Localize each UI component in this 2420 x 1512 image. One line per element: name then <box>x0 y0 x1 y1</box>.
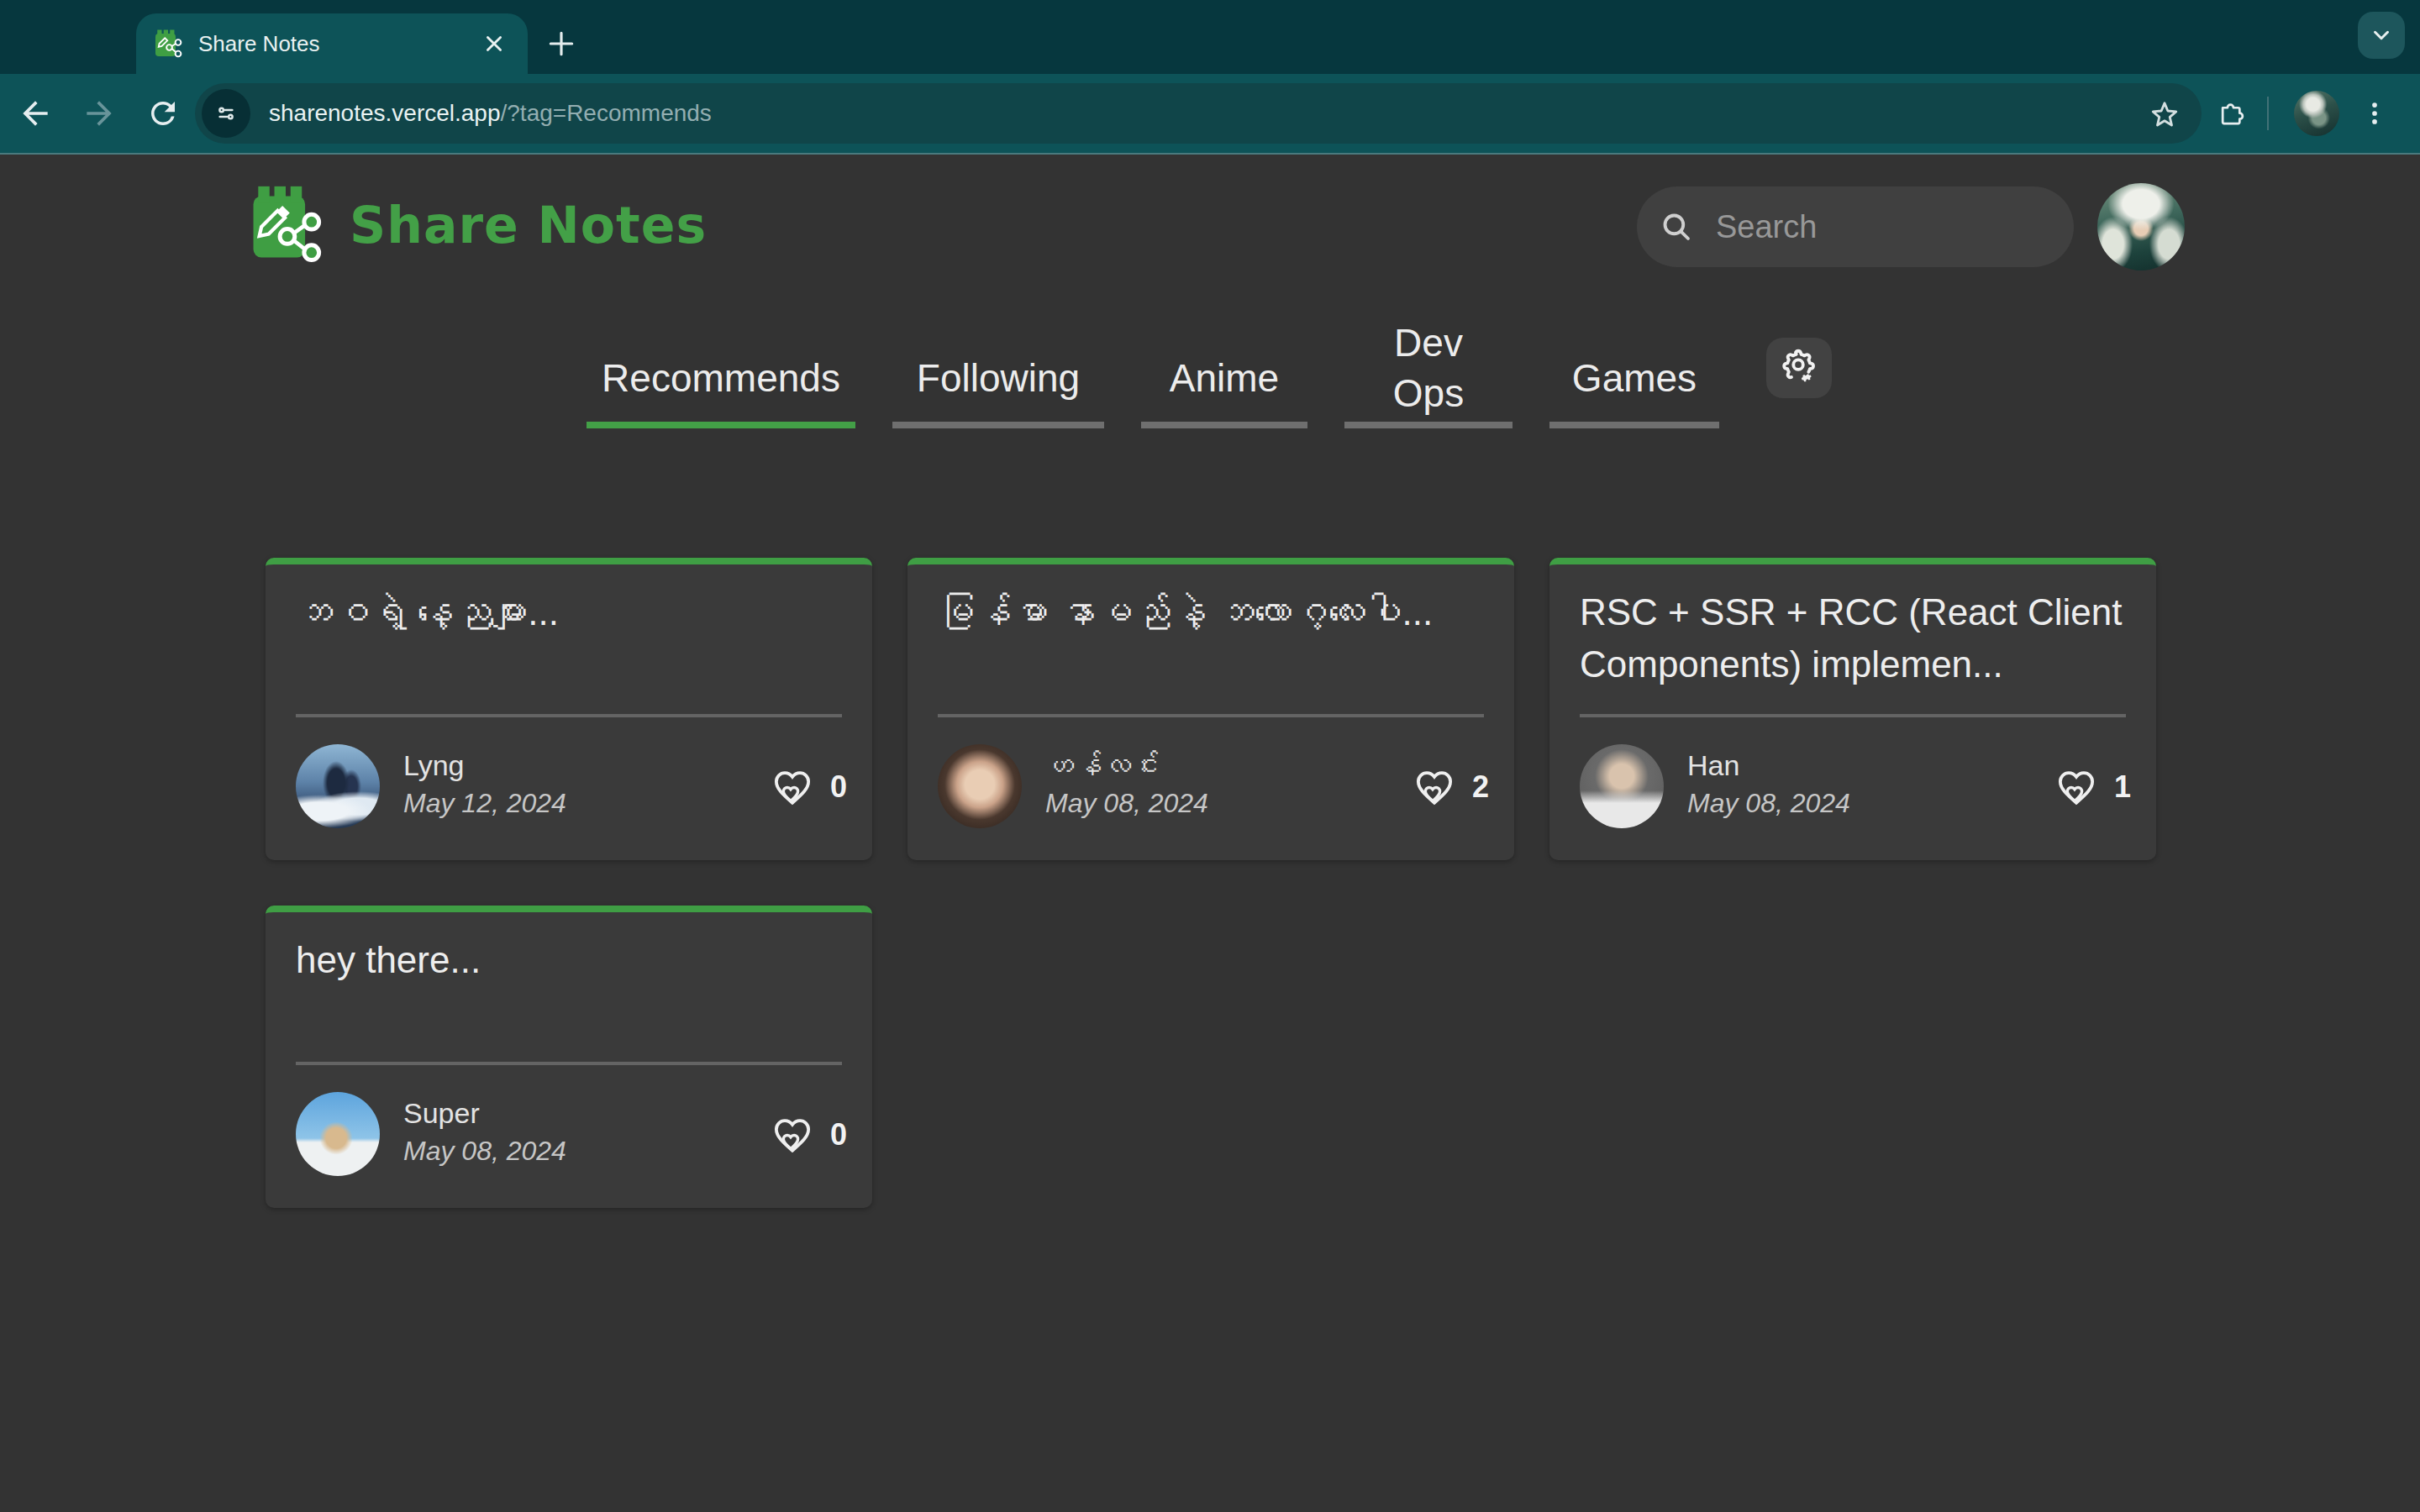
tab-title: Share Notes <box>198 31 477 57</box>
tab-recommends[interactable]: Recommends <box>587 294 855 428</box>
page-body: Share Notes Recommends Following Anime D… <box>0 155 2420 1510</box>
note-title: မြန်မာ နာမည်နဲ့ ဘလောဂ့လေးပါ... <box>938 586 1484 638</box>
tab-label: Games <box>1572 353 1697 403</box>
note-card[interactable]: မြန်မာ နာမည်နဲ့ ဘလောဂ့လေးပါ... ဟန်လင်း M… <box>908 558 1514 860</box>
tag-nav: Recommends Following Anime Dev Ops Games <box>0 294 2420 428</box>
search-input[interactable] <box>1716 209 2002 245</box>
note-title: hey there... <box>296 934 842 986</box>
url-path: /?tag=Recommends <box>501 100 712 126</box>
note-title: ဘဝရဲ့ နေ့ညများ... <box>296 586 842 638</box>
likes-count: 0 <box>830 1117 847 1152</box>
bookmark-star-icon[interactable] <box>2148 97 2181 130</box>
toolbar-divider <box>2267 97 2269 130</box>
tab-label: Dev Ops <box>1378 318 1479 418</box>
likes-count: 2 <box>1472 769 1489 805</box>
browser-menu-icon[interactable] <box>2349 80 2400 147</box>
likes-heart-icon[interactable] <box>1412 764 1457 810</box>
site-title: Share Notes <box>350 196 707 255</box>
browser-toolbar: sharenotes.vercel.app/?tag=Recommends <box>0 74 2420 155</box>
note-date: May 08, 2024 <box>1045 788 1208 819</box>
site-logo[interactable]: Share Notes <box>244 183 707 267</box>
back-button[interactable] <box>3 80 67 147</box>
note-card[interactable]: RSC + SSR + RCC (React Client Components… <box>1549 558 2156 860</box>
browser-tab[interactable]: Share Notes <box>136 13 528 74</box>
screen: Share Notes sharenotes.ver <box>0 0 2420 1512</box>
settings-button[interactable] <box>1766 338 1832 398</box>
note-title: RSC + SSR + RCC (React Client Components… <box>1580 586 2126 690</box>
favicon <box>153 29 183 59</box>
author-name: ဟန်လင်း <box>1045 749 1160 782</box>
note-card[interactable]: hey there... Super May 08, 2024 0 <box>266 906 872 1208</box>
address-bar[interactable]: sharenotes.vercel.app/?tag=Recommends <box>195 83 2202 144</box>
author-avatar <box>938 744 1022 828</box>
note-date: May 08, 2024 <box>403 1136 566 1167</box>
new-tab-button[interactable] <box>531 13 592 74</box>
author-avatar <box>1580 744 1664 828</box>
user-avatar[interactable] <box>2097 183 2185 270</box>
share-notes-logo-icon <box>244 183 328 267</box>
extensions-icon[interactable] <box>2202 80 2262 147</box>
author-name: Super <box>403 1097 480 1130</box>
browser-tabstrip: Share Notes <box>0 0 2420 74</box>
note-date: May 08, 2024 <box>1687 788 1850 819</box>
site-info-icon[interactable] <box>202 89 250 138</box>
card-divider <box>296 714 842 717</box>
card-divider <box>938 714 1484 717</box>
likes-heart-icon[interactable] <box>770 764 815 810</box>
author-name: Lyng <box>403 749 464 782</box>
tab-anime[interactable]: Anime <box>1141 294 1307 428</box>
url-host: sharenotes.vercel.app <box>269 100 501 126</box>
tab-label: Following <box>917 353 1080 403</box>
tab-search-button[interactable] <box>2358 12 2405 59</box>
card-divider <box>296 1062 842 1065</box>
notes-grid: ဘဝရဲ့ နေ့ညများ... Lyng May 12, 2024 0 မြ… <box>266 558 2156 1208</box>
settings-gear-icon <box>1778 347 1820 389</box>
likes-heart-icon[interactable] <box>2054 764 2099 810</box>
tab-label: Recommends <box>602 353 840 403</box>
search-bar[interactable] <box>1637 186 2074 267</box>
author-avatar <box>296 744 380 828</box>
url-text: sharenotes.vercel.app/?tag=Recommends <box>269 100 2148 127</box>
forward-button[interactable] <box>67 80 131 147</box>
tab-following[interactable]: Following <box>892 294 1104 428</box>
search-icon <box>1659 209 1694 244</box>
note-card[interactable]: ဘဝရဲ့ နေ့ညများ... Lyng May 12, 2024 0 <box>266 558 872 860</box>
tab-close-icon[interactable] <box>477 27 511 60</box>
browser-profile-avatar[interactable] <box>2294 91 2339 136</box>
tab-games[interactable]: Games <box>1549 294 1719 428</box>
author-name: Han <box>1687 749 1739 782</box>
author-avatar <box>296 1092 380 1176</box>
likes-count: 0 <box>830 769 847 805</box>
tab-label: Anime <box>1170 353 1279 403</box>
note-date: May 12, 2024 <box>403 788 566 819</box>
reload-button[interactable] <box>131 80 195 147</box>
card-divider <box>1580 714 2126 717</box>
tab-dev-ops[interactable]: Dev Ops <box>1344 294 1512 428</box>
likes-heart-icon[interactable] <box>770 1112 815 1158</box>
likes-count: 1 <box>2114 769 2131 805</box>
